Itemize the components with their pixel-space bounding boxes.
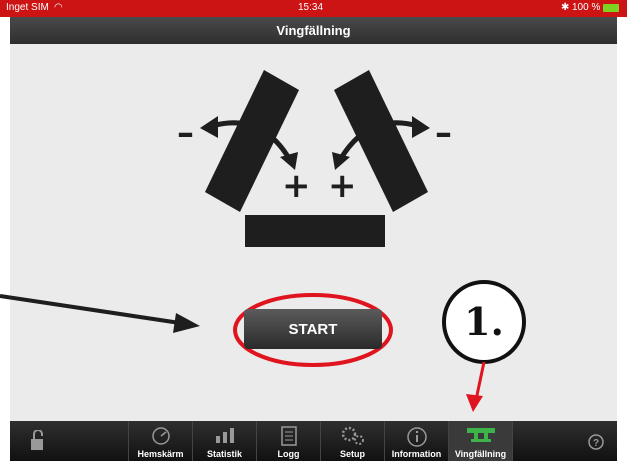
tab-label: Logg [277,449,300,459]
carrier-text: Inget SIM [6,2,49,13]
right-plus-sign: + [328,166,357,206]
left-minus-sign: – [177,113,194,153]
speedometer-icon [151,427,170,445]
svg-text:?: ? [593,438,599,449]
start-button[interactable]: START [244,309,382,349]
gears-icon [341,426,364,445]
tab-label: Hemskärm [137,449,184,459]
unlock-icon [31,430,43,450]
battery-text: 100 % [572,2,601,13]
battery-icon [603,4,619,12]
tab-help[interactable]: ? [575,421,617,461]
step-annotation: 1. [464,299,504,344]
page-title: Vingfällning [276,23,351,38]
document-icon [280,426,297,446]
tab-lock[interactable] [10,421,129,461]
left-plus-sign: + [282,166,311,206]
help-icon: ? [588,434,604,450]
tab-logg[interactable]: Logg [257,421,321,461]
main-content [10,44,617,421]
tab-label: Information [391,449,442,459]
tab-setup[interactable]: Setup [321,421,385,461]
wifi-icon: ◠ [54,2,63,13]
tab-label: Setup [339,449,365,459]
navigation-bar: Vingfällning [10,17,617,44]
status-bar: Inget SIM ◠ 15:34 ✱ 100 % [0,0,627,17]
tab-bar: Hemskärm Statistik Logg Setup Informatio… [10,421,617,461]
bluetooth-icon: ✱ [561,2,570,13]
bar-chart-icon [215,428,234,443]
tab-vingfallning[interactable]: Vingfällning [449,421,513,461]
tab-label: Statistik [206,449,242,459]
clock-text: 15:34 [298,2,324,13]
wing-fold-icon [466,428,495,442]
info-icon [406,427,427,447]
right-minus-sign: – [435,113,452,153]
tab-statistik[interactable]: Statistik [193,421,257,461]
tab-information[interactable]: Information [385,421,449,461]
tab-hemskarm[interactable]: Hemskärm [129,421,193,461]
tab-label: Vingfällning [454,449,507,459]
